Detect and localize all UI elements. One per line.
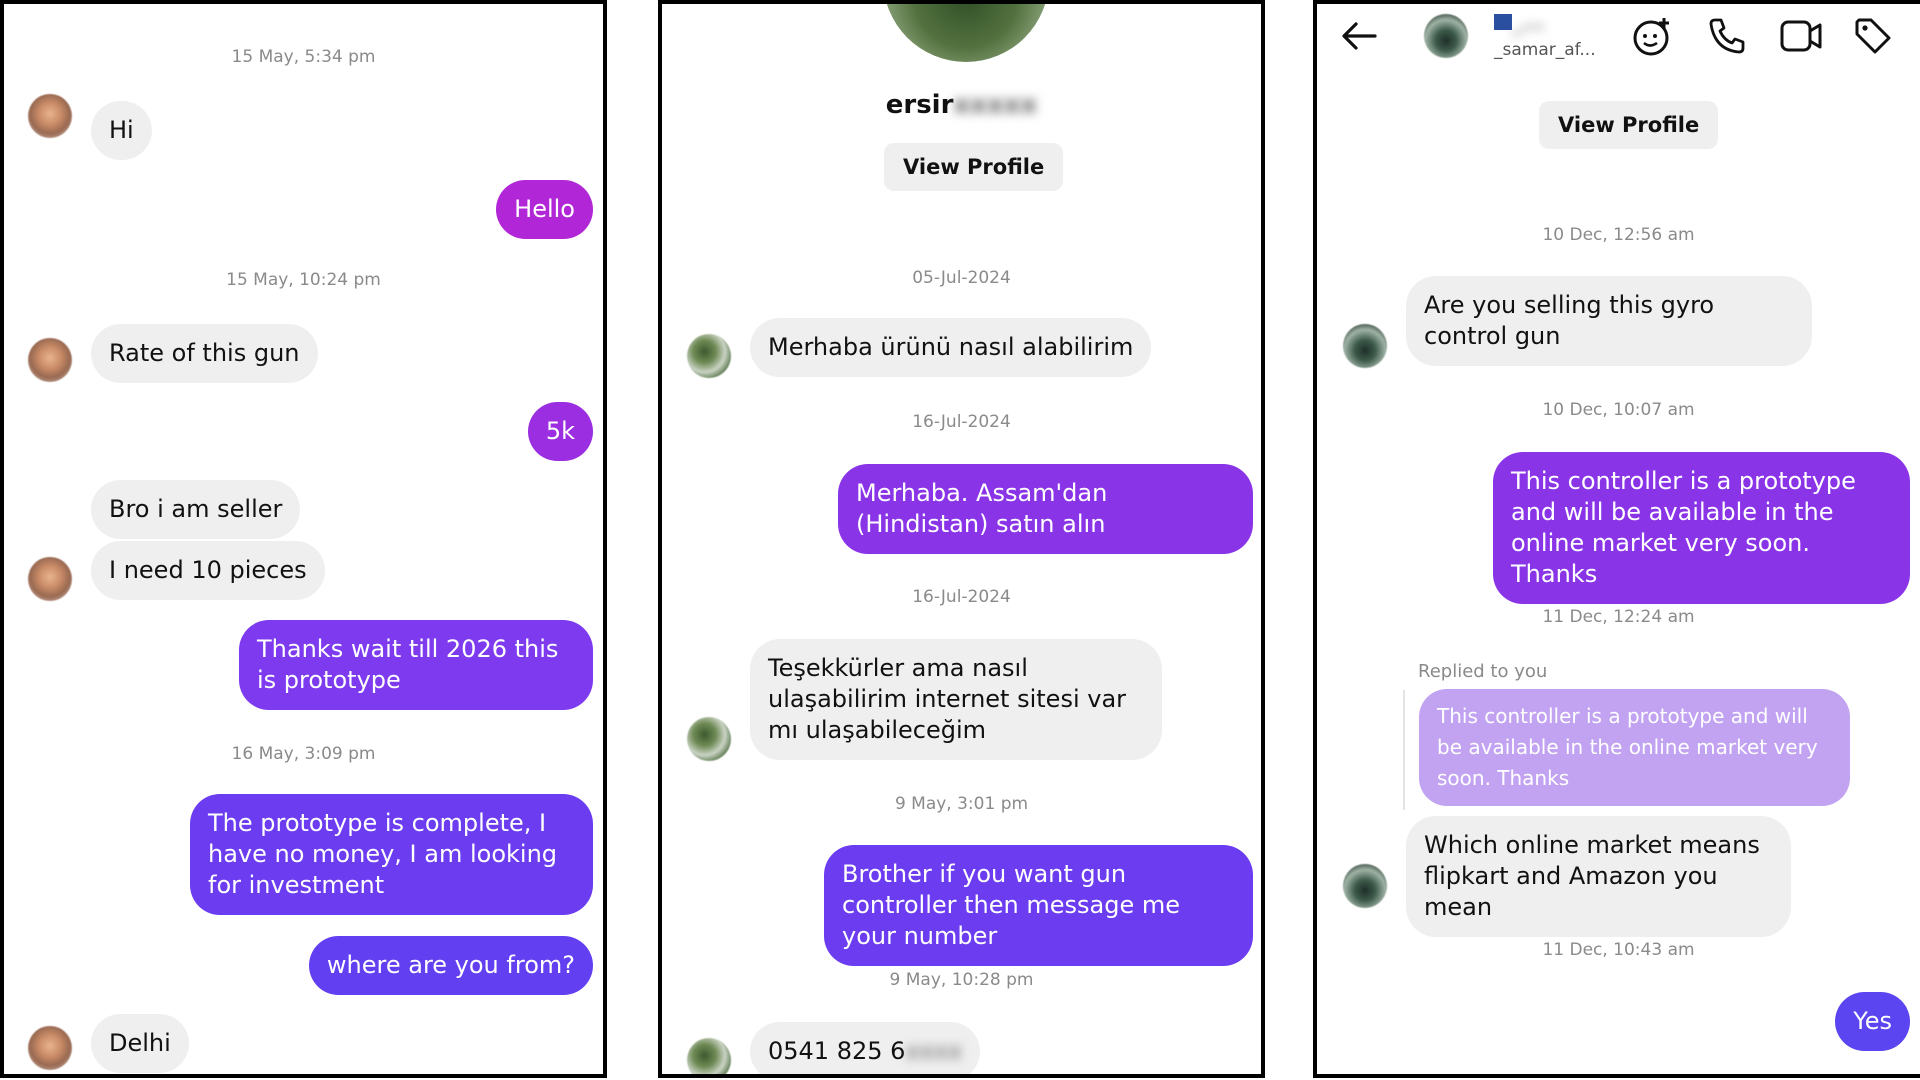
quoted-reply-bubble[interactable]: This controller is a prototype and will … <box>1419 689 1850 806</box>
avatar[interactable] <box>1343 864 1387 908</box>
header-name[interactable]: _... <box>1494 10 1545 34</box>
timestamp: 10 Dec, 10:07 am <box>1542 400 1695 420</box>
message-bubble-outgoing[interactable]: Merhaba. Assam'dan (Hindistan) satın alı… <box>838 464 1253 554</box>
timestamp: 05-Jul-2024 <box>912 268 1011 288</box>
chat-panel-3: _... _samar_af... View Profile 10 Dec, 1… <box>1313 0 1920 1078</box>
sticker-add-icon[interactable] <box>1631 16 1673 62</box>
phone-number-visible: 0541 825 6 <box>768 1037 906 1065</box>
timestamp: 16-Jul-2024 <box>912 412 1011 432</box>
timestamp: 9 May, 3:01 pm <box>894 794 1029 814</box>
flag-emoji-icon <box>1494 14 1512 30</box>
message-bubble-incoming[interactable]: I need 10 pieces <box>91 541 325 600</box>
message-bubble-outgoing[interactable]: This controller is a prototype and will … <box>1493 452 1910 604</box>
timestamp: 10 Dec, 12:56 am <box>1542 225 1695 245</box>
message-bubble-incoming[interactable]: Teşekkürler ama nasıl ulaşabilirim inter… <box>750 639 1162 760</box>
avatar[interactable] <box>687 1038 731 1074</box>
view-profile-button[interactable]: View Profile <box>884 143 1064 191</box>
avatar[interactable] <box>28 1026 72 1070</box>
message-bubble-outgoing[interactable]: The prototype is complete, I have no mon… <box>190 794 593 915</box>
timestamp: 16 May, 3:09 pm <box>231 744 376 764</box>
message-bubble-outgoing[interactable]: Hello <box>496 180 593 239</box>
message-bubble-incoming[interactable]: Are you selling this gyro control gun <box>1406 276 1812 366</box>
avatar[interactable] <box>687 717 731 761</box>
timestamp: 11 Dec, 12:24 am <box>1542 607 1695 627</box>
timestamp: 15 May, 10:24 pm <box>226 270 381 290</box>
message-bubble-incoming[interactable]: Which online market means flipkart and A… <box>1406 816 1791 937</box>
message-bubble-outgoing[interactable]: Thanks wait till 2026 this is prototype <box>239 620 593 710</box>
profile-name-visible: ersir <box>885 90 954 120</box>
video-icon[interactable] <box>1779 18 1823 58</box>
profile-picture[interactable] <box>883 4 1049 62</box>
avatar[interactable] <box>1343 324 1387 368</box>
arrow-left-icon[interactable] <box>1339 18 1379 58</box>
message-bubble-incoming[interactable]: Rate of this gun <box>91 324 318 383</box>
message-bubble-incoming[interactable]: Hi <box>91 101 152 160</box>
timestamp: 16-Jul-2024 <box>912 587 1011 607</box>
profile-name-redacted: xxxxx <box>953 90 1038 120</box>
header-avatar[interactable] <box>1424 14 1468 58</box>
tag-icon[interactable] <box>1853 16 1893 60</box>
avatar[interactable] <box>687 334 731 378</box>
timestamp: 15 May, 5:34 pm <box>231 47 376 67</box>
message-bubble-outgoing[interactable]: where are you from? <box>308 936 593 995</box>
phone-icon[interactable] <box>1707 16 1747 60</box>
message-bubble-outgoing[interactable]: 5k <box>527 402 593 461</box>
message-bubble-incoming[interactable]: 0541 825 6xxxx <box>750 1022 981 1074</box>
phone-number-redacted: xxxx <box>905 1037 963 1065</box>
chat-panel-1: 15 May, 5:34 pm Hi Hello 15 May, 10:24 p… <box>0 0 607 1078</box>
message-bubble-outgoing[interactable]: Brother if you want gun controller then … <box>824 845 1253 966</box>
avatar[interactable] <box>28 94 72 138</box>
reply-divider <box>1403 690 1405 810</box>
view-profile-button[interactable]: View Profile <box>1539 101 1719 149</box>
timestamp: 11 Dec, 10:43 am <box>1542 940 1695 960</box>
replied-label: Replied to you <box>1418 661 1548 682</box>
message-bubble-incoming[interactable]: Delhi <box>91 1014 189 1073</box>
timestamp: 9 May, 10:28 pm <box>889 970 1034 990</box>
avatar[interactable] <box>28 338 72 382</box>
header-username: _samar_af... <box>1494 40 1596 60</box>
avatar[interactable] <box>28 557 72 601</box>
message-bubble-incoming[interactable]: Bro i am seller <box>91 480 301 539</box>
profile-name: ersirxxxxx <box>662 90 1261 120</box>
message-bubble-incoming[interactable]: Merhaba ürünü nasıl alabilirim <box>750 318 1152 377</box>
chat-panel-2: ersirxxxxx View Profile 05-Jul-2024 Merh… <box>658 0 1265 1078</box>
message-bubble-outgoing[interactable]: Yes <box>1835 992 1910 1051</box>
